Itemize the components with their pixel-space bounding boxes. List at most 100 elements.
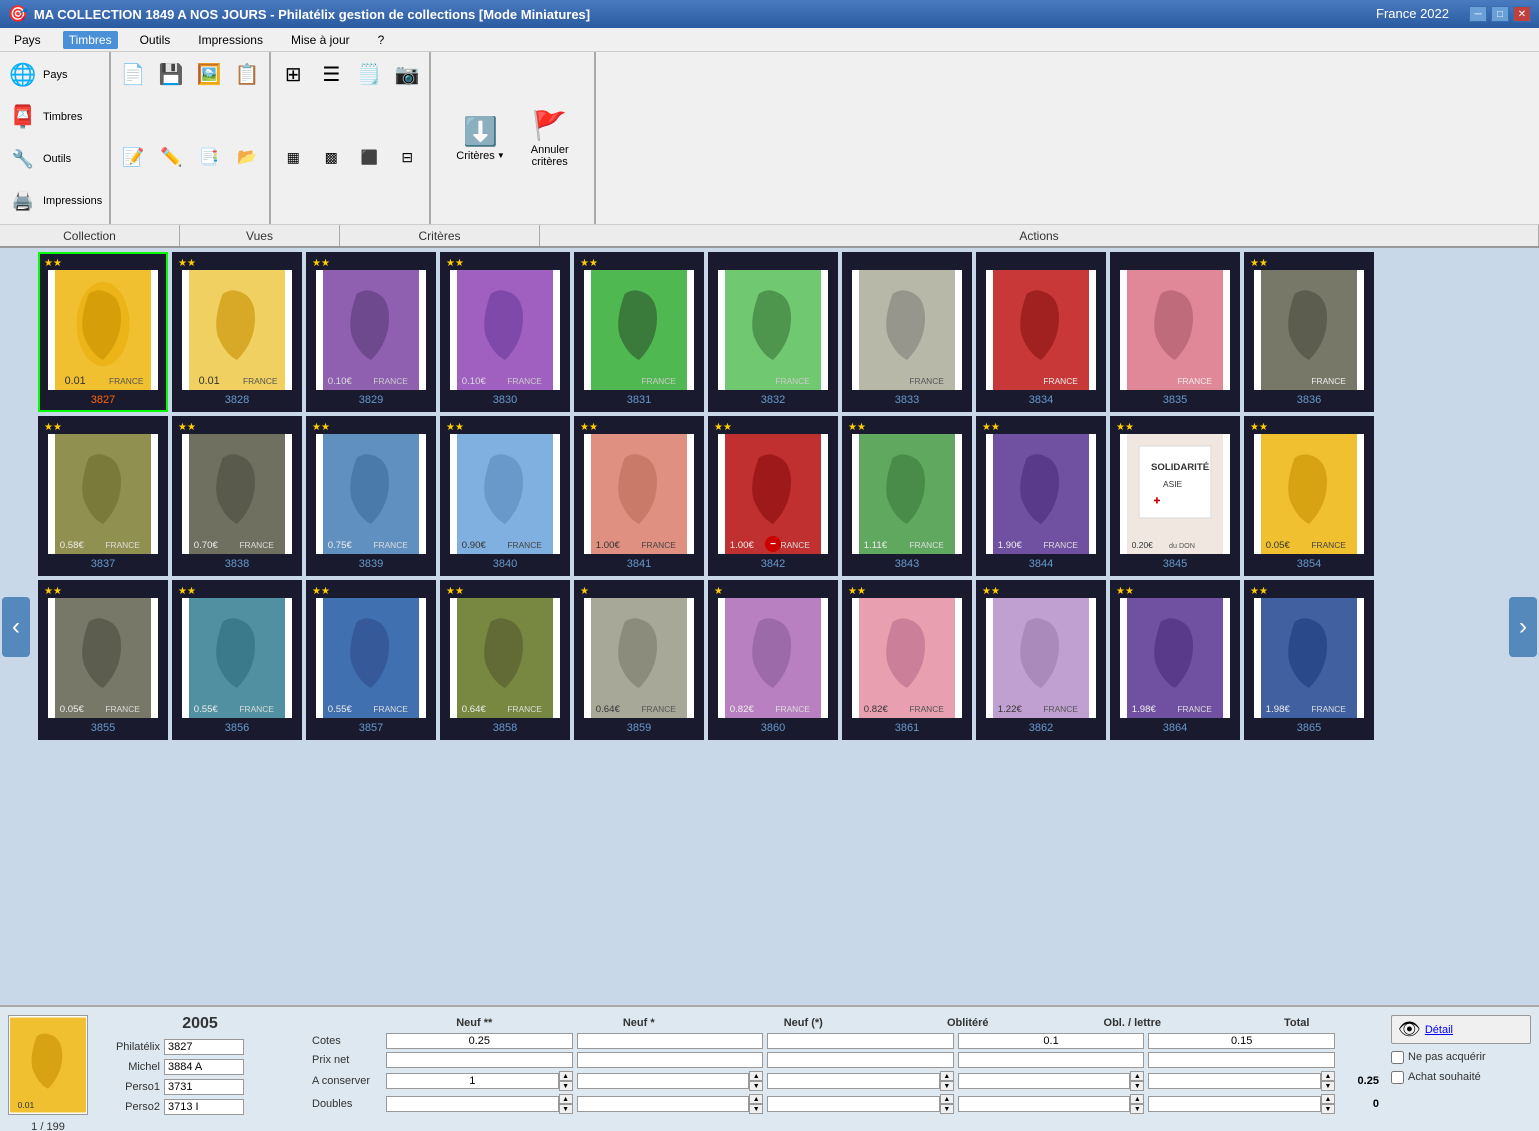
aconserver-obll-input[interactable]	[1148, 1073, 1321, 1089]
aconserver-neuf1-input[interactable]	[577, 1073, 750, 1089]
achat-checkbox[interactable]	[1391, 1071, 1404, 1084]
ne-pas-checkbox[interactable]	[1391, 1051, 1404, 1064]
cotes-oblitere-input[interactable]	[958, 1033, 1145, 1049]
perso2-input[interactable]	[164, 1099, 244, 1115]
collection-copy2-icon[interactable]: 📑	[191, 139, 227, 175]
stamp-3828[interactable]: ★★ 0.01 FRANCE 3828	[172, 252, 302, 412]
stamp-3857[interactable]: ★★ 0.55€ FRANCE 3857	[306, 580, 436, 740]
stamp-3844[interactable]: ★★ 1.90€ FRANCE 3844	[976, 416, 1106, 576]
prixnet-neuf1-input[interactable]	[577, 1052, 764, 1068]
stamp-3840[interactable]: ★★ 0.90€ FRANCE 3840	[440, 416, 570, 576]
doubles-neuf1-input[interactable]	[577, 1096, 750, 1112]
doubles-obl-input[interactable]	[958, 1096, 1131, 1112]
doubles-obll-input[interactable]	[1148, 1096, 1321, 1112]
vues-medium-icon[interactable]: ▩	[313, 139, 349, 175]
collection-move-icon[interactable]: 📂	[229, 139, 265, 175]
nav-right-arrow[interactable]: ›	[1509, 597, 1537, 657]
stamp-3836[interactable]: ★★ FRANCE 3836	[1244, 252, 1374, 412]
vues-detail-icon[interactable]: 🗒️	[351, 56, 387, 92]
db-obll-up[interactable]: ▲	[1321, 1094, 1335, 1104]
ac-n1-down[interactable]: ▼	[749, 1081, 763, 1091]
doubles-neuf0-input[interactable]	[767, 1096, 940, 1112]
vues-split-icon[interactable]: ⊟	[389, 139, 425, 175]
prixnet-obl-lettre-input[interactable]	[1148, 1052, 1335, 1068]
ac-obll-up[interactable]: ▲	[1321, 1071, 1335, 1081]
stamp-3864[interactable]: ★★ 1.98€ FRANCE 3864	[1110, 580, 1240, 740]
aconserver-neuf2-input[interactable]	[386, 1073, 559, 1089]
ac-obll-down[interactable]: ▼	[1321, 1081, 1335, 1091]
section-actions[interactable]: Actions	[540, 225, 1539, 246]
cotes-neuf0-input[interactable]	[767, 1033, 954, 1049]
vues-photo-icon[interactable]: 📷	[389, 56, 425, 92]
stamp-3858[interactable]: ★★ 0.64€ FRANCE 3858	[440, 580, 570, 740]
maximize-button[interactable]: □	[1491, 6, 1509, 22]
prixnet-neuf0-input[interactable]	[767, 1052, 954, 1068]
db-n1-up[interactable]: ▲	[749, 1094, 763, 1104]
vues-list-icon[interactable]: ☰	[313, 56, 349, 92]
menu-timbres[interactable]: Timbres	[63, 31, 118, 49]
stamp-3854[interactable]: ★★ 0.05€ FRANCE 3854	[1244, 416, 1374, 576]
stamp-3860[interactable]: ★ 0.82€ FRANCE 3860	[708, 580, 838, 740]
menu-outils[interactable]: Outils	[134, 31, 177, 49]
section-criteres[interactable]: Critères	[340, 225, 540, 246]
stamp-3831[interactable]: ★★ FRANCE 3831	[574, 252, 704, 412]
close-button[interactable]: ✕	[1513, 6, 1531, 22]
vues-grid-icon[interactable]: ⊞	[275, 56, 311, 92]
minimize-button[interactable]: ─	[1469, 6, 1487, 22]
stamp-3859[interactable]: ★ 0.64€ FRANCE 3859	[574, 580, 704, 740]
doubles-neuf2-input[interactable]	[386, 1096, 559, 1112]
db-n2-up[interactable]: ▲	[559, 1094, 573, 1104]
vues-small-icon[interactable]: ▦	[275, 139, 311, 175]
stamp-3845[interactable]: ★★ SOLIDARITÉ ASIE ✚ 0.20€ du DON	[1110, 416, 1240, 576]
stamp-3855[interactable]: ★★ 0.05€ FRANCE 3855	[38, 580, 168, 740]
cotes-neuf1-input[interactable]	[577, 1033, 764, 1049]
ac-obl-up[interactable]: ▲	[1130, 1071, 1144, 1081]
db-n2-down[interactable]: ▼	[559, 1104, 573, 1114]
stamp-3861[interactable]: ★★ 0.82€ FRANCE 3861	[842, 580, 972, 740]
ac-n0-up[interactable]: ▲	[940, 1071, 954, 1081]
collection-edit-icon[interactable]: ✏️	[153, 139, 189, 175]
db-n0-down[interactable]: ▼	[940, 1104, 954, 1114]
michel-input[interactable]	[164, 1059, 244, 1075]
perso1-input[interactable]	[164, 1079, 244, 1095]
collection-copy-icon[interactable]: 📋	[229, 56, 265, 92]
stamp-3827[interactable]: ★★ 0.01 FRANCE 3827	[38, 252, 168, 412]
stamp-3865[interactable]: ★★ 1.98€ FRANCE 3865	[1244, 580, 1374, 740]
stamp-3843[interactable]: ★★ 1.11€ FRANCE 3843	[842, 416, 972, 576]
stamp-3837[interactable]: ★★ 0.58€ FRANCE 3837	[38, 416, 168, 576]
stamp-3834[interactable]: FRANCE 3834	[976, 252, 1106, 412]
aconserver-neuf2-up[interactable]: ▲	[559, 1071, 573, 1081]
section-collection[interactable]: Collection	[0, 225, 180, 246]
section-vues[interactable]: Vues	[180, 225, 340, 246]
philatelix-input[interactable]	[164, 1039, 244, 1055]
db-n0-up[interactable]: ▲	[940, 1094, 954, 1104]
vues-large-icon[interactable]: ⬛	[351, 139, 387, 175]
ac-n1-up[interactable]: ▲	[749, 1071, 763, 1081]
stamp-3841[interactable]: ★★ 1.00€ FRANCE 3841	[574, 416, 704, 576]
aconserver-obl-input[interactable]	[958, 1073, 1131, 1089]
db-obll-down[interactable]: ▼	[1321, 1104, 1335, 1114]
criteres-filter-btn[interactable]: ⬇️ Critères ▼	[447, 110, 513, 167]
aconserver-neuf0-input[interactable]	[767, 1073, 940, 1089]
nav-left-arrow[interactable]: ‹	[2, 597, 30, 657]
stamp-3842[interactable]: ★★ 1.00€ FRANCE − 3842	[708, 416, 838, 576]
detail-detail-btn[interactable]: 👁 Détail	[1391, 1015, 1531, 1044]
cotes-obl-lettre-input[interactable]	[1148, 1033, 1335, 1049]
menu-impressions[interactable]: Impressions	[192, 31, 269, 49]
quick-impressions-btn[interactable]: 🖨️ Impressions	[4, 182, 105, 220]
quick-timbres-btn[interactable]: 📮 Timbres	[4, 98, 85, 136]
stamp-3862[interactable]: ★★ 1.22€ FRANCE 3862	[976, 580, 1106, 740]
quick-outils-btn[interactable]: 🔧 Outils	[4, 140, 74, 178]
prixnet-oblitere-input[interactable]	[958, 1052, 1145, 1068]
stamp-3833[interactable]: FRANCE 3833	[842, 252, 972, 412]
db-n1-down[interactable]: ▼	[749, 1104, 763, 1114]
db-obl-down[interactable]: ▼	[1130, 1104, 1144, 1114]
db-obl-up[interactable]: ▲	[1130, 1094, 1144, 1104]
quick-pays-btn[interactable]: 🌐 Pays	[4, 56, 70, 94]
menu-pays[interactable]: Pays	[8, 31, 47, 49]
annuler-criteres-btn[interactable]: 🚩 Annuler critères	[522, 104, 578, 173]
stamp-3829[interactable]: ★★ 0.10€ FRANCE 3829	[306, 252, 436, 412]
stamp-3832[interactable]: FRANCE 3832	[708, 252, 838, 412]
collection-save-icon[interactable]: 💾	[153, 56, 189, 92]
collection-new-icon[interactable]: 📄	[115, 56, 151, 92]
